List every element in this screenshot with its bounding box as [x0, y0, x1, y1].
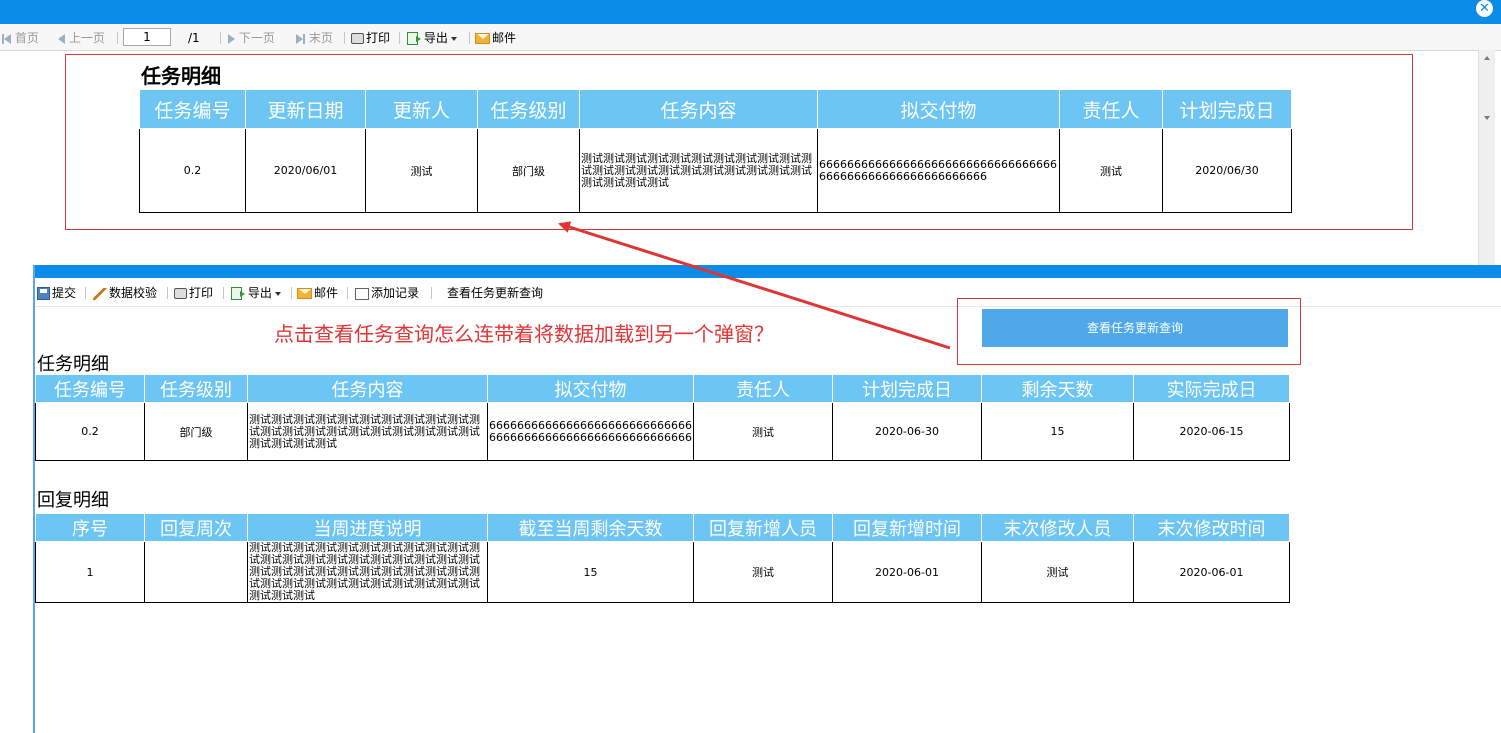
reply-detail-table: 序号 回复周次 当周进度说明 截至当周剩余天数 回复新增人员 回复新增时间 末次…	[35, 513, 1290, 603]
table-cell: 测试测试测试测试测试测试测试测试测试测试测试测试测试测试测试测试测试测试测试测试…	[247, 402, 488, 461]
table-cell: 1	[35, 541, 145, 603]
table-cell: 2020-06-01	[832, 541, 982, 603]
column-header: 计划完成日	[832, 374, 982, 403]
table-cell: 0.2	[35, 402, 145, 461]
table-cell: 15	[981, 402, 1134, 461]
table-header-row: 任务编号 任务级别 任务内容 拟交付物 责任人 计划完成日 剩余天数 实际完成日	[35, 374, 1290, 403]
table-cell: 部门级	[144, 402, 248, 461]
table-header-row: 序号 回复周次 当周进度说明 截至当周剩余天数 回复新增人员 回复新增时间 末次…	[35, 513, 1290, 542]
column-header: 序号	[35, 513, 145, 542]
table-cell: 2020-06-01	[1133, 541, 1290, 603]
table-cell: 测试测试测试测试测试测试测试测试测试测试测试测试测试测试测试测试测试测试测试测试…	[247, 541, 488, 603]
task-detail-table: 任务编号 任务级别 任务内容 拟交付物 责任人 计划完成日 剩余天数 实际完成日…	[35, 374, 1290, 461]
column-header: 回复新增时间	[832, 513, 982, 542]
table-cell: 测试	[693, 541, 833, 603]
column-header: 当周进度说明	[247, 513, 488, 542]
column-header: 截至当周剩余天数	[487, 513, 694, 542]
table-cell: 2020-06-15	[1133, 402, 1290, 461]
column-header: 任务编号	[35, 374, 145, 403]
column-header: 末次修改人员	[981, 513, 1134, 542]
column-header: 任务级别	[144, 374, 248, 403]
column-header: 任务内容	[247, 374, 488, 403]
column-header: 拟交付物	[487, 374, 694, 403]
table-row: 0.2 部门级 测试测试测试测试测试测试测试测试测试测试测试测试测试测试测试测试…	[35, 402, 1290, 461]
annotation-arrow	[558, 221, 951, 350]
table-row: 1 测试测试测试测试测试测试测试测试测试测试测试测试测试测试测试测试测试测试测试…	[35, 541, 1290, 603]
table-cell	[144, 541, 248, 603]
column-header: 末次修改时间	[1133, 513, 1290, 542]
table-cell: 15	[487, 541, 694, 603]
table-cell: 测试	[981, 541, 1134, 603]
reply-section-title: 回复明细	[37, 490, 109, 511]
column-header: 剩余天数	[981, 374, 1134, 403]
arrow-line	[558, 221, 951, 350]
table-cell: 测试	[693, 402, 833, 461]
column-header: 回复新增人员	[693, 513, 833, 542]
column-header: 责任人	[693, 374, 833, 403]
column-header: 回复周次	[144, 513, 248, 542]
task-section-title: 任务明细	[37, 354, 109, 375]
column-header: 实际完成日	[1133, 374, 1290, 403]
table-cell: 6666666666666666666666666666666666666666…	[487, 402, 694, 461]
table-cell: 2020-06-30	[832, 402, 982, 461]
